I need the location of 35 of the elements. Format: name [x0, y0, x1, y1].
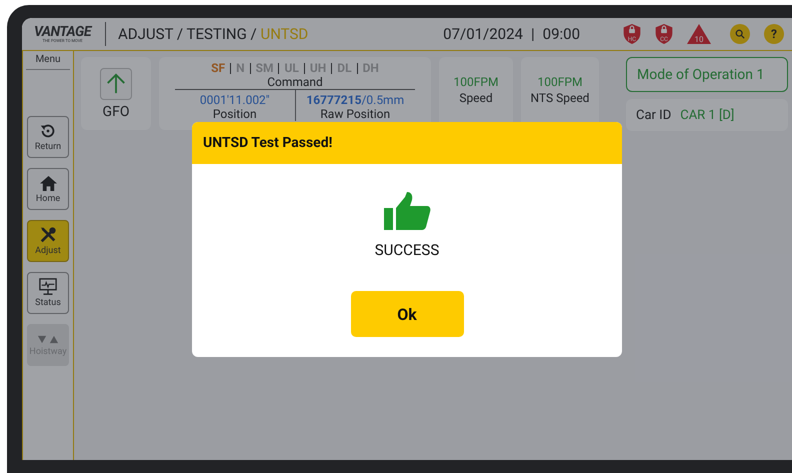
up-down-triangles-icon [37, 334, 59, 344]
speed-value: 100FPM [454, 75, 498, 89]
status-flag-label: SF [211, 61, 226, 75]
speed-label: Speed [459, 91, 493, 105]
time-text: 09:00 [542, 25, 580, 43]
ok-button[interactable]: Ok [350, 291, 464, 337]
raw-position-label: Raw Position [320, 107, 390, 121]
separator-text: | [530, 25, 535, 43]
date-text: 07/01/2024 [443, 25, 523, 43]
sidebar-button[interactable]: Adjust [27, 220, 69, 262]
menu-title: Menu [26, 51, 70, 70]
return-arrow-icon [39, 122, 57, 140]
position-value: 0001'11.002" [200, 93, 270, 107]
monitor-pulse-icon [38, 278, 58, 296]
success-message: SUCCESS [374, 241, 440, 259]
warning-triangle-icon[interactable]: 10 [686, 23, 712, 45]
speed-label: NTS Speed [530, 91, 590, 105]
command-label: Command [175, 75, 415, 90]
breadcrumb-text: ADJUST / TESTING / UNTSD [118, 25, 308, 43]
wrench-screwdriver-icon [39, 226, 57, 244]
mode-of-operation-button[interactable]: Mode of Operation 1 [626, 57, 788, 92]
thumbs-up-icon [383, 191, 431, 231]
sidebar-button[interactable]: Return [27, 116, 69, 158]
position-label: Position [212, 107, 257, 121]
sidebar-button[interactable]: Home [27, 168, 69, 210]
dialog-title: UNTSD Test Passed! [192, 122, 622, 164]
home-icon [38, 174, 58, 192]
direction-label: GFO [102, 104, 130, 120]
help-button[interactable]: ? [764, 24, 784, 44]
car-id-label: Car ID [636, 108, 672, 122]
speed-value: 100FPM [538, 75, 582, 89]
search-icon[interactable] [730, 24, 750, 44]
car-id-value: CAR 1 [D] [680, 108, 734, 122]
raw-position-value: 16777215/0.5mm [306, 93, 404, 107]
sidebar-button[interactable]: Status [27, 272, 69, 314]
